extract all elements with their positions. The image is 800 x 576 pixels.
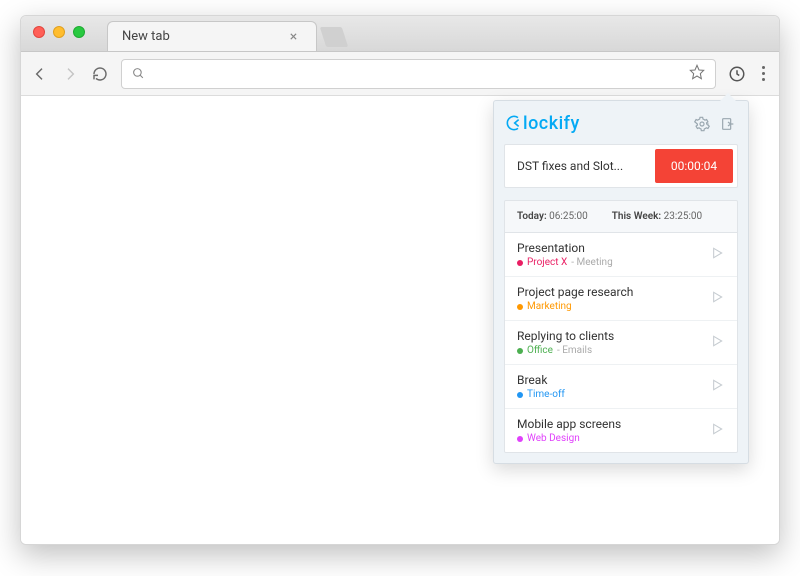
play-icon bbox=[709, 377, 725, 393]
browser-menu-button[interactable] bbox=[758, 66, 769, 81]
time-entry[interactable]: Replying to clients Office - Emails bbox=[505, 321, 737, 365]
project-name: Web Design bbox=[527, 433, 580, 444]
popup-header: lockify bbox=[494, 101, 748, 144]
project-color-dot bbox=[517, 392, 523, 398]
entry-title: Break bbox=[517, 373, 709, 387]
start-entry-button[interactable] bbox=[709, 289, 725, 309]
project-name: Time-off bbox=[527, 389, 565, 400]
play-icon bbox=[709, 289, 725, 305]
address-bar[interactable] bbox=[121, 59, 716, 89]
current-tracker: DST fixes and Slot... 00:00:04 bbox=[504, 144, 738, 188]
entries-section: Today: 06:25:00 This Week: 23:25:00 Pres… bbox=[504, 200, 738, 453]
clockify-extension-icon[interactable] bbox=[728, 65, 746, 83]
start-entry-button[interactable] bbox=[709, 377, 725, 397]
reload-button[interactable] bbox=[91, 66, 109, 82]
entry-meta: Time-off bbox=[517, 389, 709, 400]
clockify-logo-text: lockify bbox=[523, 113, 580, 134]
play-icon bbox=[709, 245, 725, 261]
page-content: lockify DST fixes and Slot... 00:00:04 T… bbox=[21, 96, 779, 544]
clockify-logo: lockify bbox=[506, 113, 580, 134]
entry-meta: Office - Emails bbox=[517, 345, 709, 356]
browser-window: New tab × lockify bbox=[20, 15, 780, 545]
time-summary: Today: 06:25:00 This Week: 23:25:00 bbox=[505, 201, 737, 233]
project-color-dot bbox=[517, 436, 523, 442]
window-controls bbox=[33, 26, 85, 38]
logout-icon bbox=[720, 116, 736, 132]
zoom-window-button[interactable] bbox=[73, 26, 85, 38]
play-icon bbox=[709, 333, 725, 349]
current-description[interactable]: DST fixes and Slot... bbox=[505, 145, 651, 187]
stop-timer-button[interactable]: 00:00:04 bbox=[655, 149, 733, 183]
clockify-popup: lockify DST fixes and Slot... 00:00:04 T… bbox=[493, 100, 749, 464]
entry-meta: Marketing bbox=[517, 301, 709, 312]
time-entry[interactable]: Project page research Marketing bbox=[505, 277, 737, 321]
project-color-dot bbox=[517, 260, 523, 266]
entry-title: Mobile app screens bbox=[517, 417, 709, 431]
close-window-button[interactable] bbox=[33, 26, 45, 38]
tab-title: New tab bbox=[122, 29, 170, 44]
logout-button[interactable] bbox=[720, 116, 736, 132]
time-entry[interactable]: Mobile app screens Web Design bbox=[505, 409, 737, 452]
task-name: - Meeting bbox=[571, 257, 612, 268]
gear-icon bbox=[694, 116, 710, 132]
forward-button[interactable] bbox=[61, 66, 79, 82]
project-color-dot bbox=[517, 348, 523, 354]
entry-title: Replying to clients bbox=[517, 329, 709, 343]
start-entry-button[interactable] bbox=[709, 333, 725, 353]
settings-button[interactable] bbox=[694, 116, 710, 132]
project-name: Office bbox=[527, 345, 553, 356]
entry-meta: Project X - Meeting bbox=[517, 257, 709, 268]
time-entry[interactable]: Presentation Project X - Meeting bbox=[505, 233, 737, 277]
time-entry[interactable]: Break Time-off bbox=[505, 365, 737, 409]
project-color-dot bbox=[517, 304, 523, 310]
browser-toolbar bbox=[21, 52, 779, 96]
start-entry-button[interactable] bbox=[709, 245, 725, 265]
task-name: - Emails bbox=[557, 345, 592, 356]
today-summary: Today: 06:25:00 bbox=[517, 211, 588, 222]
back-button[interactable] bbox=[31, 66, 49, 82]
browser-tab[interactable]: New tab × bbox=[107, 21, 317, 51]
search-icon bbox=[132, 67, 145, 80]
entry-title: Presentation bbox=[517, 241, 709, 255]
week-summary: This Week: 23:25:00 bbox=[612, 211, 702, 222]
project-name: Project X bbox=[527, 257, 567, 268]
entries-list: Presentation Project X - Meeting Project p… bbox=[505, 233, 737, 452]
clockify-logo-icon bbox=[506, 115, 522, 131]
entry-meta: Web Design bbox=[517, 433, 709, 444]
start-entry-button[interactable] bbox=[709, 421, 725, 441]
close-tab-button[interactable]: × bbox=[290, 29, 297, 45]
minimize-window-button[interactable] bbox=[53, 26, 65, 38]
entry-title: Project page research bbox=[517, 285, 709, 299]
titlebar: New tab × bbox=[21, 16, 779, 52]
project-name: Marketing bbox=[527, 301, 572, 312]
new-tab-button[interactable] bbox=[320, 27, 348, 47]
play-icon bbox=[709, 421, 725, 437]
bookmark-star-icon[interactable] bbox=[689, 64, 705, 84]
